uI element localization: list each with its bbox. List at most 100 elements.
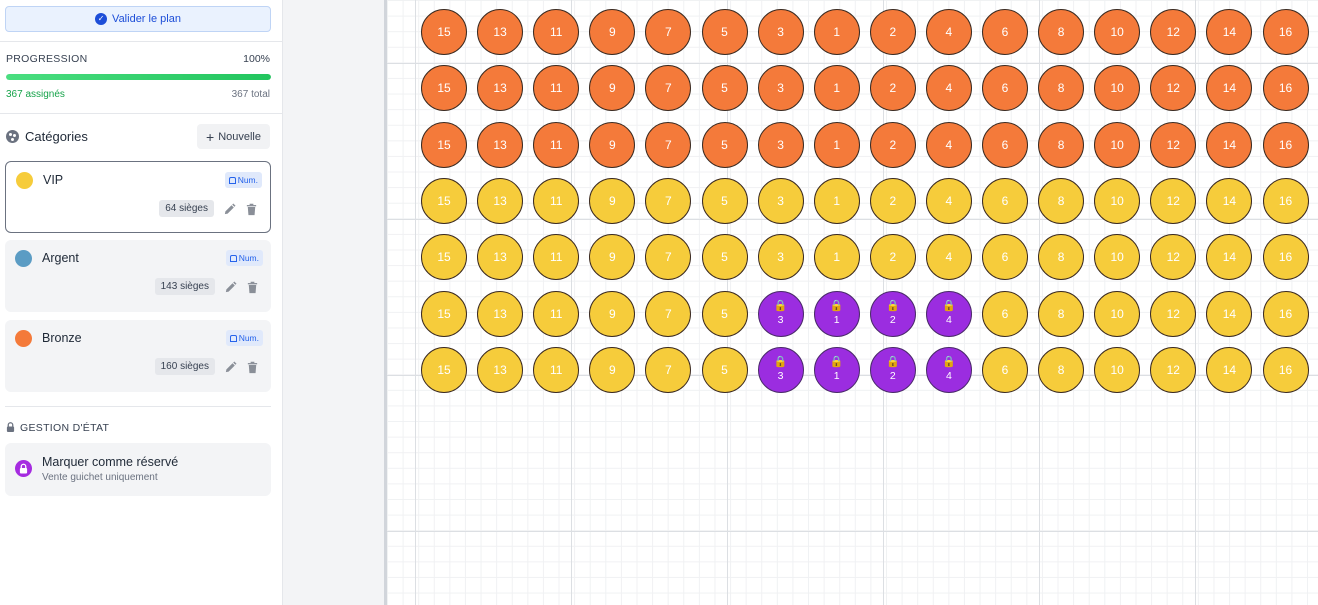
seat-bronze[interactable]: 7: [645, 121, 692, 168]
seat-vip[interactable]: 8: [1038, 290, 1085, 337]
seat-bronze[interactable]: 9: [589, 65, 636, 112]
seat-bronze[interactable]: 5: [701, 65, 748, 112]
seat-reserved[interactable]: 🔒 4: [925, 290, 972, 337]
seat-bronze[interactable]: 5: [701, 121, 748, 168]
seat-vip[interactable]: 2: [869, 234, 916, 281]
seat-bronze[interactable]: 6: [982, 9, 1028, 55]
seat-vip[interactable]: 7: [645, 177, 692, 224]
seat-vip[interactable]: 12: [1150, 234, 1197, 281]
seat-vip[interactable]: 11: [533, 290, 580, 337]
seat-bronze[interactable]: 1: [813, 9, 860, 55]
seat-vip[interactable]: 16: [1262, 177, 1309, 224]
seat-bronze[interactable]: 12: [1150, 9, 1197, 55]
seat-vip[interactable]: 14: [1206, 290, 1253, 337]
seat-vip[interactable]: 12: [1150, 346, 1197, 393]
seat-vip[interactable]: 12: [1150, 290, 1197, 337]
seat-bronze[interactable]: 16: [1262, 9, 1309, 55]
seat-reserved[interactable]: 🔒 1: [813, 346, 860, 393]
seat-vip[interactable]: 5: [701, 177, 748, 224]
seat-vip[interactable]: 6: [982, 177, 1028, 224]
seat-vip[interactable]: 1: [813, 177, 860, 224]
seat-vip[interactable]: 14: [1206, 234, 1253, 281]
seat-bronze[interactable]: 8: [1038, 9, 1085, 55]
seat-bronze[interactable]: 11: [533, 121, 580, 168]
seat-vip[interactable]: 8: [1038, 346, 1085, 393]
seat-vip[interactable]: 15: [421, 177, 467, 224]
seat-vip[interactable]: 1: [813, 234, 860, 281]
mark-reserved-button[interactable]: Marquer comme réservé Vente guichet uniq…: [5, 443, 271, 496]
seat-vip[interactable]: 11: [533, 234, 580, 281]
seat-bronze[interactable]: 3: [757, 9, 804, 55]
seat-vip[interactable]: 10: [1094, 234, 1141, 281]
seat-vip[interactable]: 6: [982, 346, 1028, 393]
seat-bronze[interactable]: 12: [1150, 65, 1197, 112]
seat-vip[interactable]: 16: [1262, 234, 1309, 281]
seat-reserved[interactable]: 🔒 3: [757, 290, 804, 337]
seat-bronze[interactable]: 15: [421, 121, 467, 168]
seat-vip[interactable]: 9: [589, 346, 636, 393]
seat-bronze[interactable]: 2: [869, 9, 916, 55]
seat-vip[interactable]: 9: [589, 234, 636, 281]
category-card-bronze[interactable]: Bronze Num. 160 sièges: [5, 320, 271, 392]
trash-icon[interactable]: [246, 361, 259, 374]
seat-bronze[interactable]: 2: [869, 65, 916, 112]
seat-bronze[interactable]: 16: [1262, 65, 1309, 112]
seat-vip[interactable]: 7: [645, 290, 692, 337]
seat-bronze[interactable]: 11: [533, 65, 580, 112]
edit-icon[interactable]: [223, 203, 236, 216]
seat-vip[interactable]: 10: [1094, 290, 1141, 337]
seat-bronze[interactable]: 11: [533, 9, 580, 55]
seat-bronze[interactable]: 15: [421, 9, 467, 55]
seat-vip[interactable]: 15: [421, 234, 467, 281]
seat-vip[interactable]: 7: [645, 234, 692, 281]
seat-bronze[interactable]: 2: [869, 121, 916, 168]
seat-vip[interactable]: 8: [1038, 177, 1085, 224]
seat-vip[interactable]: 13: [477, 290, 524, 337]
seat-vip[interactable]: 9: [589, 177, 636, 224]
seat-vip[interactable]: 11: [533, 346, 580, 393]
seat-vip[interactable]: 5: [701, 346, 748, 393]
seat-vip[interactable]: 5: [701, 234, 748, 281]
seat-bronze[interactable]: 14: [1206, 65, 1253, 112]
seat-vip[interactable]: 6: [982, 234, 1028, 281]
seat-vip[interactable]: 15: [421, 346, 467, 393]
seat-vip[interactable]: 12: [1150, 177, 1197, 224]
seat-bronze[interactable]: 8: [1038, 121, 1085, 168]
seat-bronze[interactable]: 4: [925, 121, 972, 168]
seat-vip[interactable]: 15: [421, 290, 467, 337]
seat-bronze[interactable]: 3: [757, 121, 804, 168]
seat-vip[interactable]: 10: [1094, 346, 1141, 393]
seat-vip[interactable]: 13: [477, 234, 524, 281]
seat-reserved[interactable]: 🔒 1: [813, 290, 860, 337]
seat-bronze[interactable]: 6: [982, 65, 1028, 112]
seat-bronze[interactable]: 10: [1094, 121, 1141, 168]
seat-bronze[interactable]: 12: [1150, 121, 1197, 168]
seat-reserved[interactable]: 🔒 2: [869, 290, 916, 337]
seat-vip[interactable]: 8: [1038, 234, 1085, 281]
seat-bronze[interactable]: 4: [925, 9, 972, 55]
seat-bronze[interactable]: 13: [477, 121, 524, 168]
seat-vip[interactable]: 13: [477, 346, 524, 393]
seat-vip[interactable]: 16: [1262, 346, 1309, 393]
seat-vip[interactable]: 11: [533, 177, 580, 224]
seat-vip[interactable]: 14: [1206, 177, 1253, 224]
seat-bronze[interactable]: 15: [421, 65, 467, 112]
seat-bronze[interactable]: 16: [1262, 121, 1309, 168]
seat-bronze[interactable]: 13: [477, 65, 524, 112]
seat-bronze[interactable]: 9: [589, 121, 636, 168]
validate-plan-button[interactable]: ✓ Valider le plan: [5, 6, 271, 32]
seat-bronze[interactable]: 10: [1094, 65, 1141, 112]
seat-map-canvas[interactable]: 15 13 11 9 7 5 3 1 2 4 6 8 10 12 14 16 15 13 11 9 7 5 3 1 2 4 6 8 10…: [387, 0, 1318, 605]
seat-bronze[interactable]: 8: [1038, 65, 1085, 112]
seat-vip[interactable]: 5: [701, 290, 748, 337]
seat-vip[interactable]: 13: [477, 177, 524, 224]
seat-vip[interactable]: 6: [982, 290, 1028, 337]
seat-vip[interactable]: 10: [1094, 177, 1141, 224]
seat-bronze[interactable]: 1: [813, 65, 860, 112]
trash-icon[interactable]: [245, 203, 258, 216]
seat-bronze[interactable]: 4: [925, 65, 972, 112]
seat-bronze[interactable]: 3: [757, 65, 804, 112]
seat-bronze[interactable]: 13: [477, 9, 524, 55]
seat-vip[interactable]: 16: [1262, 290, 1309, 337]
seat-bronze[interactable]: 10: [1094, 9, 1141, 55]
